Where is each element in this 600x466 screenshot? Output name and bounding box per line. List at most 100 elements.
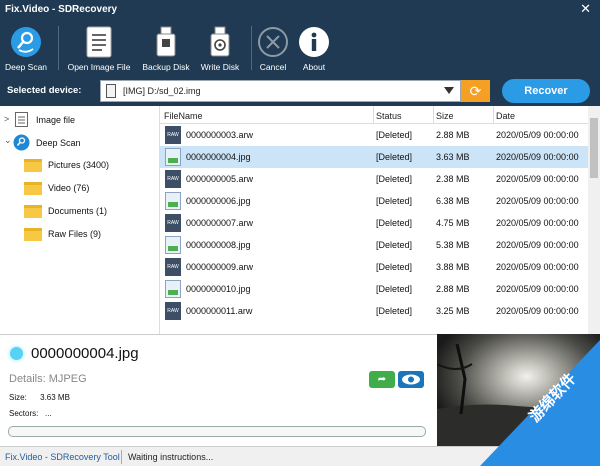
column-header-status[interactable]: Status <box>376 111 402 121</box>
eye-icon <box>402 374 420 385</box>
file-name: 0000000008.jpg <box>186 240 251 250</box>
table-row[interactable]: RAW 0000000011.arw [Deleted] 3.25 MB 202… <box>160 300 588 322</box>
tree-item-label: Raw Files (9) <box>48 228 102 239</box>
file-details: Details: MJPEG <box>9 373 87 385</box>
tree-item-label: Video (76) <box>48 182 90 193</box>
toolbar-divider <box>58 26 59 70</box>
file-size: 6.38 MB <box>436 196 470 206</box>
tree-item-raw-files[interactable]: Raw Files (9) <box>24 228 101 246</box>
about-button[interactable]: About <box>297 20 331 76</box>
folder-icon <box>24 159 42 172</box>
deep-scan-label: Deep Scan <box>4 62 48 72</box>
tree-item-documents[interactable]: Documents (1) <box>24 205 107 223</box>
close-icon[interactable]: ✕ <box>580 1 591 17</box>
open-image-file-button[interactable]: Open Image File <box>64 20 134 76</box>
file-size: 4.75 MB <box>436 218 470 228</box>
file-status: [Deleted] <box>376 284 413 294</box>
collapse-arrow-icon[interactable]: ⌄ <box>4 135 12 146</box>
backup-disk-button[interactable]: Backup Disk <box>140 20 192 76</box>
file-status: [Deleted] <box>376 306 413 316</box>
window-title: Fix.Video - SDRecovery <box>5 4 118 15</box>
column-divider <box>493 106 494 124</box>
file-sectors-detail: Sectors: ... <box>9 409 52 418</box>
folder-icon <box>24 228 42 241</box>
watermark-logo: 游绵软件 <box>480 340 600 466</box>
column-header-filename[interactable]: FileName <box>164 111 203 121</box>
refresh-button[interactable]: ⟳ <box>461 80 490 102</box>
device-bar: Selected device: [IMG] D:/sd_02.img ⟳ Re… <box>0 76 600 106</box>
write-disk-button[interactable]: Write Disk <box>195 20 245 76</box>
file-size: 5.38 MB <box>436 240 470 250</box>
file-size: 3.88 MB <box>436 262 470 272</box>
open-image-file-label: Open Image File <box>67 62 131 72</box>
status-dot-icon <box>10 347 23 360</box>
export-icon: ➦ <box>377 374 387 385</box>
progress-bar <box>8 426 426 437</box>
file-name: 0000000005.arw <box>186 174 254 184</box>
file-name: 0000000011.arw <box>186 306 253 316</box>
cancel-icon <box>258 27 288 57</box>
table-row[interactable]: 0000000006.jpg [Deleted] 6.38 MB 2020/05… <box>160 190 588 212</box>
usb-write-icon <box>210 26 230 57</box>
deep-scan-button[interactable]: Deep Scan <box>0 20 52 76</box>
column-header-date[interactable]: Date <box>496 111 515 121</box>
file-date: 2020/05/09 00:00:00 <box>496 218 579 228</box>
column-divider <box>373 106 374 124</box>
image-file-icon <box>165 192 181 210</box>
table-row[interactable]: RAW 0000000007.arw [Deleted] 4.75 MB 202… <box>160 212 588 234</box>
details-panel: 0000000004.jpg Details: MJPEG Size: 3.63… <box>0 334 437 446</box>
file-date: 2020/05/09 00:00:00 <box>496 240 579 250</box>
preview-button[interactable] <box>398 371 424 388</box>
toolbar-divider <box>251 26 252 70</box>
file-name: 0000000007.arw <box>186 218 254 228</box>
table-row[interactable]: RAW 0000000003.arw [Deleted] 2.88 MB 202… <box>160 124 588 146</box>
tree-item-label: Image file <box>36 115 76 125</box>
write-disk-label: Write Disk <box>200 62 240 72</box>
table-row[interactable]: RAW 0000000005.arw [Deleted] 2.38 MB 202… <box>160 168 588 190</box>
about-label: About <box>302 62 326 72</box>
device-select[interactable]: [IMG] D:/sd_02.img <box>100 80 461 102</box>
chevron-down-icon[interactable] <box>444 87 454 94</box>
table-row[interactable]: RAW 0000000009.arw [Deleted] 3.88 MB 202… <box>160 256 588 278</box>
file-size: 2.88 MB <box>436 130 470 140</box>
raw-file-icon: RAW <box>165 302 181 320</box>
export-button[interactable]: ➦ <box>369 371 395 388</box>
table-row[interactable]: 0000000008.jpg [Deleted] 5.38 MB 2020/05… <box>160 234 588 256</box>
file-date: 2020/05/09 00:00:00 <box>496 196 579 206</box>
file-status: [Deleted] <box>376 218 413 228</box>
file-date: 2020/05/09 00:00:00 <box>496 174 579 184</box>
image-file-icon <box>165 280 181 298</box>
tree-item-label: Deep Scan <box>36 138 81 148</box>
raw-file-icon: RAW <box>165 214 181 232</box>
file-status: [Deleted] <box>376 130 413 140</box>
file-list-scrollbar[interactable] <box>588 106 600 334</box>
raw-file-icon: RAW <box>165 258 181 276</box>
file-date: 2020/05/09 00:00:00 <box>496 284 579 294</box>
table-row-selected[interactable]: 0000000004.jpg [Deleted] 3.63 MB 2020/05… <box>160 146 588 168</box>
recover-button[interactable]: Recover <box>502 79 590 103</box>
file-date: 2020/05/09 00:00:00 <box>496 306 579 316</box>
column-header-size[interactable]: Size <box>436 111 454 121</box>
file-name: 0000000006.jpg <box>186 196 251 206</box>
selected-device-label: Selected device: <box>7 85 82 96</box>
expand-arrow-icon[interactable]: > <box>4 114 9 124</box>
tree-item-video[interactable]: Video (76) <box>24 182 89 200</box>
folder-icon <box>24 205 42 218</box>
device-select-value: [IMG] D:/sd_02.img <box>123 86 201 96</box>
file-list-header: FileName Status Size Date <box>160 106 588 124</box>
disk-icon <box>106 84 116 98</box>
file-status: [Deleted] <box>376 174 413 184</box>
table-row[interactable]: 0000000010.jpg [Deleted] 2.88 MB 2020/05… <box>160 278 588 300</box>
file-name: 0000000003.arw <box>186 130 254 140</box>
scrollbar-thumb[interactable] <box>590 118 598 178</box>
file-size: 2.38 MB <box>436 174 470 184</box>
cancel-button[interactable]: Cancel <box>256 20 290 76</box>
image-file-icon <box>165 236 181 254</box>
tree-item-pictures[interactable]: Pictures (3400) <box>24 159 109 177</box>
file-name: 0000000004.jpg <box>186 152 251 162</box>
status-app-name: Fix.Video - SDRecovery Tool <box>5 452 120 462</box>
cancel-label: Cancel <box>259 62 287 72</box>
file-status: [Deleted] <box>376 196 413 206</box>
file-size: 3.63 MB <box>436 152 470 162</box>
status-message: Waiting instructions... <box>128 452 214 462</box>
